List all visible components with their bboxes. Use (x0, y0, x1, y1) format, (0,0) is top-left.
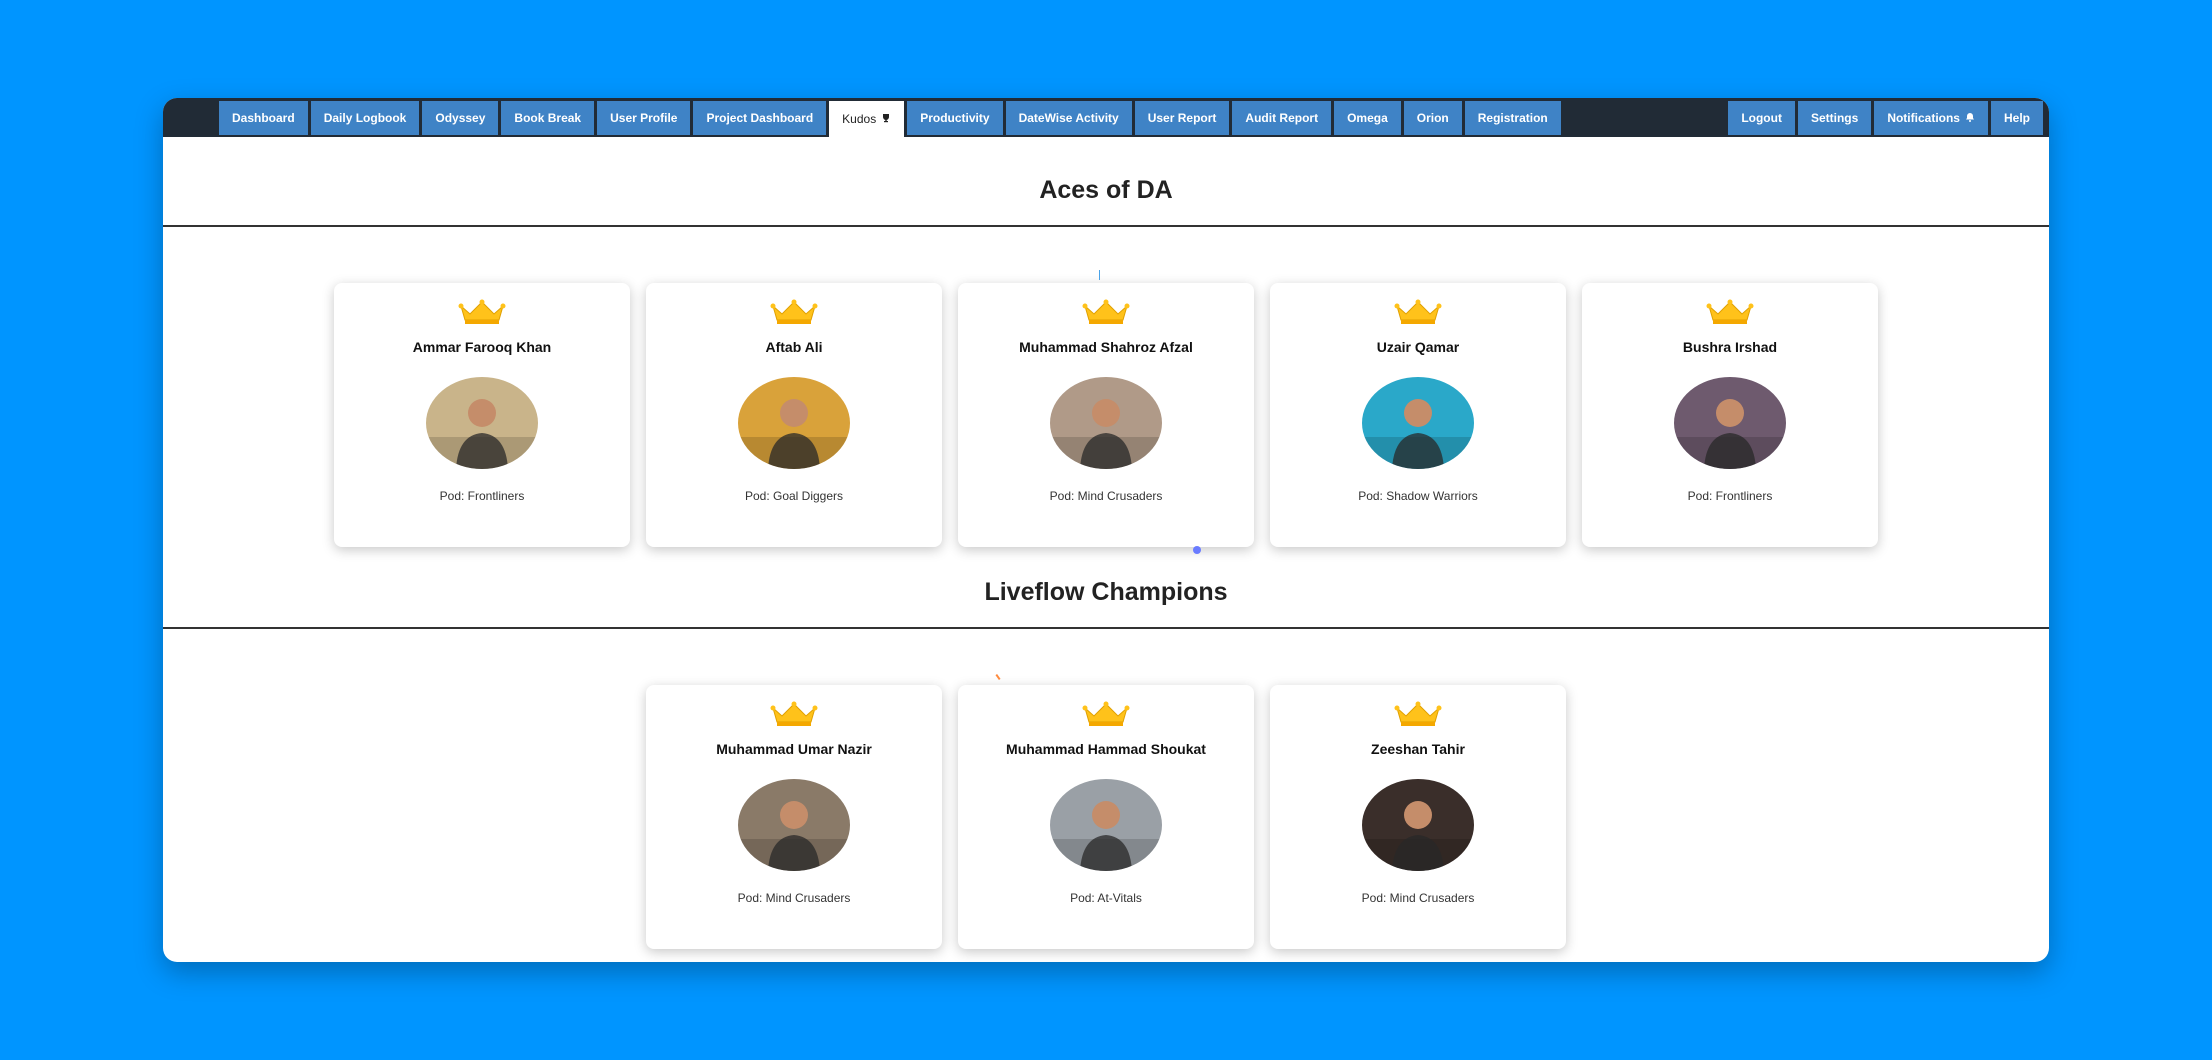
tab-label: Notifications (1887, 111, 1960, 125)
tab-book-break[interactable]: Book Break (501, 101, 595, 135)
card-name: Ammar Farooq Khan (412, 339, 552, 355)
card-pod: Pod: Mind Crusaders (1361, 891, 1475, 905)
tab-productivity[interactable]: Productivity (907, 101, 1003, 135)
tab-settings[interactable]: Settings (1797, 101, 1872, 135)
avatar (738, 779, 850, 871)
tab-audit-report[interactable]: Audit Report (1232, 101, 1332, 135)
avatar (1050, 779, 1162, 871)
tab-label: Registration (1477, 111, 1548, 125)
aces-card-row: Ammar Farooq Khan Pod: Frontliners Aftab A… (163, 283, 2049, 547)
card-pod: Pod: Frontliners (1687, 489, 1773, 503)
tab-label: Productivity (920, 111, 990, 125)
kudos-card: Muhammad Shahroz Afzal Pod: Mind Crusader… (958, 283, 1254, 547)
trophy-icon (881, 112, 891, 126)
card-name: Zeeshan Tahir (1371, 741, 1465, 757)
card-name: Muhammad Umar Nazir (716, 741, 872, 757)
kudos-card: Muhammad Hammad Shoukat Pod: At-Vitals (958, 685, 1254, 949)
tab-label: Book Break (514, 111, 582, 125)
liveflow-card-row: Muhammad Umar Nazir Pod: Mind Crusaders Mu… (163, 685, 2049, 949)
tab-notifications[interactable]: Notifications (1874, 101, 1988, 135)
section-divider (163, 225, 2049, 227)
card-pod: Pod: Mind Crusaders (737, 891, 851, 905)
tab-label: Omega (1347, 111, 1388, 125)
tab-registration[interactable]: Registration (1464, 101, 1561, 135)
tab-label: User Profile (610, 111, 678, 125)
avatar (1050, 377, 1162, 469)
tab-label: Daily Logbook (323, 111, 407, 125)
crown-icon (1706, 299, 1754, 324)
tab-odyssey[interactable]: Odyssey (422, 101, 499, 135)
tab-omega[interactable]: Omega (1334, 101, 1401, 135)
tab-label: Orion (1416, 111, 1449, 125)
avatar (426, 377, 538, 469)
avatar (1362, 779, 1474, 871)
crown-icon (770, 701, 818, 726)
avatar (1674, 377, 1786, 469)
section-divider (163, 627, 2049, 629)
tab-dashboard[interactable]: Dashboard (219, 101, 308, 135)
tab-label: DateWise Activity (1018, 111, 1119, 125)
card-pod: Pod: Mind Crusaders (1049, 489, 1163, 503)
nav-right-tabs: Logout Settings Notifications Help (1728, 101, 2046, 135)
section-title-liveflow: Liveflow Champions (984, 578, 1228, 606)
nav-left-tabs: Dashboard Daily Logbook Odyssey Book Break U… (219, 101, 1564, 137)
tab-label: Dashboard (232, 111, 295, 125)
card-name: Bushra Irshad (1682, 339, 1778, 355)
card-pod: Pod: Shadow Warriors (1358, 489, 1478, 503)
tab-label: Kudos (842, 112, 877, 126)
card-name: Muhammad Shahroz Afzal (1019, 339, 1193, 355)
decorative-dot (1193, 546, 1201, 554)
card-pod: Pod: At-Vitals (1070, 891, 1142, 905)
kudos-card: Zeeshan Tahir Pod: Mind Crusaders (1270, 685, 1566, 949)
crown-icon (458, 299, 506, 324)
avatar (738, 377, 850, 469)
kudos-card: Uzair Qamar Pod: Shadow Warriors (1270, 283, 1566, 547)
tab-daily-logbook[interactable]: Daily Logbook (310, 101, 420, 135)
tab-project-dashboard[interactable]: Project Dashboard (693, 101, 827, 135)
tab-label: User Report (1147, 111, 1217, 125)
crown-icon (1394, 701, 1442, 726)
tab-logout[interactable]: Logout (1728, 101, 1795, 135)
tab-user-profile[interactable]: User Profile (597, 101, 691, 135)
card-pod: Pod: Frontliners (439, 489, 525, 503)
tab-label: Odyssey (435, 111, 486, 125)
top-navbar: Dashboard Daily Logbook Odyssey Book Break U… (163, 98, 2049, 137)
card-name: Uzair Qamar (1376, 339, 1460, 355)
card-pod: Pod: Goal Diggers (744, 489, 844, 503)
crown-icon (1082, 299, 1130, 324)
crown-icon (770, 299, 818, 324)
kudos-card: Bushra Irshad Pod: Frontliners (1582, 283, 1878, 547)
kudos-card: Aftab Ali Pod: Goal Diggers (646, 283, 942, 547)
tab-datewise-activity[interactable]: DateWise Activity (1005, 101, 1132, 135)
tab-help[interactable]: Help (1990, 101, 2043, 135)
tab-label: Logout (1741, 111, 1782, 125)
app-window: Dashboard Daily Logbook Odyssey Book Break U… (163, 98, 2049, 962)
tab-label: Audit Report (1245, 111, 1319, 125)
crown-icon (1082, 701, 1130, 726)
kudos-card: Ammar Farooq Khan Pod: Frontliners (334, 283, 630, 547)
bell-icon (1965, 111, 1975, 125)
card-name: Aftab Ali (765, 339, 823, 355)
tab-user-report[interactable]: User Report (1134, 101, 1230, 135)
section-title-aces: Aces of DA (1039, 176, 1173, 204)
tab-label: Help (2003, 111, 2030, 125)
tab-label: Project Dashboard (706, 111, 814, 125)
tab-orion[interactable]: Orion (1403, 101, 1462, 135)
tab-label: Settings (1810, 111, 1859, 125)
decorative-mark (995, 673, 1001, 681)
tab-kudos[interactable]: Kudos (829, 101, 905, 137)
crown-icon (1394, 299, 1442, 324)
decorative-mark (1099, 270, 1100, 280)
kudos-card: Muhammad Umar Nazir Pod: Mind Crusaders (646, 685, 942, 949)
avatar (1362, 377, 1474, 469)
card-name: Muhammad Hammad Shoukat (1006, 741, 1206, 757)
